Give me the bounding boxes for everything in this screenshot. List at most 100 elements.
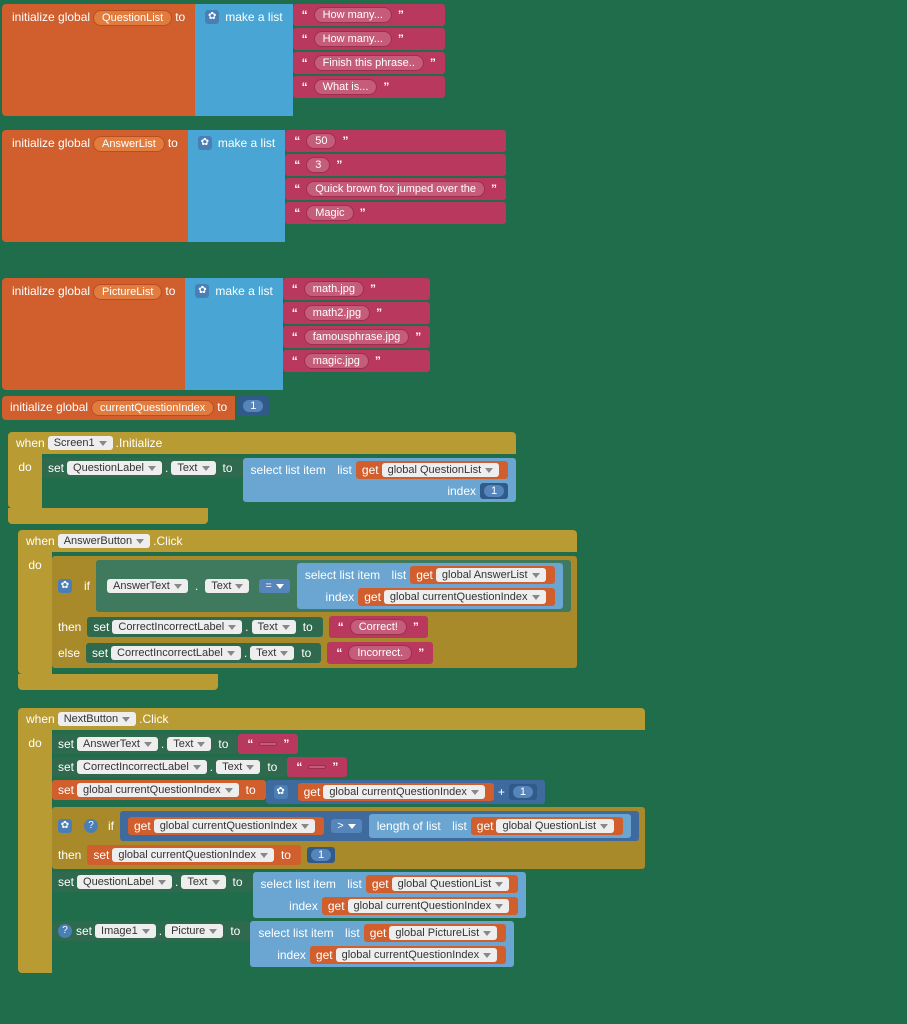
var-dropdown[interactable]: global QuestionList bbox=[382, 463, 500, 477]
operator-dropdown[interactable]: = bbox=[259, 579, 289, 593]
string-item[interactable]: “How many...” bbox=[293, 28, 445, 50]
component-dropdown[interactable]: AnswerText bbox=[77, 737, 158, 751]
component-dropdown[interactable]: QuestionLabel bbox=[67, 461, 162, 475]
select-list-item[interactable]: select list item list getglobal Question… bbox=[253, 872, 527, 918]
string-item[interactable]: “What is...” bbox=[293, 76, 445, 98]
number-block[interactable]: 1 bbox=[237, 396, 269, 416]
init-picturelist[interactable]: initialize global PictureList to ✿ make … bbox=[2, 278, 905, 390]
chevron-down-icon bbox=[148, 466, 156, 471]
var-dropdown[interactable]: global currentQuestionIndex bbox=[336, 948, 498, 962]
string-item[interactable]: “magic.jpg” bbox=[283, 350, 430, 372]
get-block[interactable]: getglobal currentQuestionIndex bbox=[128, 817, 324, 835]
number-block[interactable]: 1 bbox=[480, 483, 508, 499]
init-answerlist[interactable]: initialize global AnswerList to ✿ make a… bbox=[2, 130, 905, 242]
gear-icon[interactable]: ✿ bbox=[198, 136, 212, 150]
help-icon[interactable]: ? bbox=[58, 924, 72, 938]
component-dropdown[interactable]: CorrectIncorrectLabel bbox=[77, 760, 207, 774]
init-questionlist[interactable]: initialize global QuestionList to ✿ make… bbox=[2, 4, 905, 116]
gear-icon[interactable]: ✿ bbox=[195, 284, 209, 298]
property-dropdown[interactable]: Text bbox=[216, 760, 260, 774]
set-questionlabel-text[interactable]: set QuestionLabel . Text to select list … bbox=[52, 872, 645, 918]
kw-to: to bbox=[303, 620, 313, 634]
string-item[interactable]: “Quick brown fox jumped over the” bbox=[285, 178, 506, 200]
number-block[interactable]: 1 bbox=[307, 847, 335, 863]
string-item[interactable]: “Correct!” bbox=[329, 616, 428, 638]
get-block[interactable]: getglobal currentQuestionIndex bbox=[358, 588, 554, 606]
get-block[interactable]: getglobal currentQuestionIndex bbox=[310, 946, 506, 964]
component-dropdown[interactable]: Screen1 bbox=[48, 436, 113, 450]
gear-icon[interactable]: ✿ bbox=[58, 819, 72, 833]
help-icon[interactable]: ? bbox=[84, 819, 98, 833]
get-block[interactable]: getglobal QuestionList bbox=[471, 817, 623, 835]
property-dropdown[interactable]: Text bbox=[252, 620, 296, 634]
get-block[interactable]: getglobal QuestionList bbox=[366, 875, 518, 893]
set-correctlabel[interactable]: set CorrectIncorrectLabel . Text to bbox=[86, 643, 321, 663]
component-dropdown[interactable]: CorrectIncorrectLabel bbox=[111, 646, 241, 660]
property-dropdown[interactable]: Text bbox=[171, 461, 215, 475]
string-item[interactable]: “3” bbox=[285, 154, 506, 176]
get-block[interactable]: getglobal currentQuestionIndex bbox=[322, 897, 518, 915]
compare-block[interactable]: getglobal currentQuestionIndex > length … bbox=[120, 811, 639, 841]
set-questionlabel-text[interactable]: set QuestionLabel . Text to select list … bbox=[42, 458, 516, 502]
select-list-item[interactable]: select list item list getglobal Question… bbox=[243, 458, 517, 502]
string-item[interactable]: “Incorrect.” bbox=[327, 642, 433, 664]
string-item[interactable]: “famousphrase.jpg” bbox=[283, 326, 430, 348]
component-dropdown[interactable]: AnswerButton bbox=[58, 534, 150, 548]
get-block[interactable]: getglobal QuestionList bbox=[356, 461, 508, 479]
component-dropdown[interactable]: CorrectIncorrectLabel bbox=[112, 620, 242, 634]
string-item[interactable]: “ ” bbox=[287, 757, 347, 777]
string-item[interactable]: “Magic” bbox=[285, 202, 506, 224]
var-dropdown[interactable]: global QuestionList bbox=[496, 819, 614, 833]
var-dropdown[interactable]: global currentQuestionIndex bbox=[77, 783, 239, 797]
string-item[interactable]: “ ” bbox=[238, 734, 298, 754]
set-correctlabel[interactable]: set CorrectIncorrectLabel . Text to “ ” bbox=[52, 757, 645, 777]
var-dropdown[interactable]: global currentQuestionIndex bbox=[323, 785, 485, 799]
string-item[interactable]: “How many...” bbox=[293, 4, 445, 26]
get-block[interactable]: getglobal currentQuestionIndex bbox=[298, 783, 494, 801]
var-dropdown[interactable]: global PictureList bbox=[389, 926, 497, 940]
var-dropdown[interactable]: global QuestionList bbox=[392, 877, 510, 891]
event-screen1-initialize[interactable]: when Screen1 .Initialize do set Question… bbox=[8, 432, 516, 524]
get-block[interactable]: getglobal PictureList bbox=[364, 924, 506, 942]
string-item[interactable]: “math.jpg” bbox=[283, 278, 430, 300]
if-block[interactable]: ✿ ? if getglobal currentQuestionIndex > … bbox=[52, 807, 645, 869]
math-add-block[interactable]: ✿ getglobal currentQuestionIndex + 1 bbox=[266, 780, 545, 804]
kw-set: set bbox=[58, 783, 74, 797]
var-dropdown[interactable]: global currentQuestionIndex bbox=[154, 819, 316, 833]
gear-icon[interactable]: ✿ bbox=[58, 579, 72, 593]
string-item[interactable]: “Finish this phrase..” bbox=[293, 52, 445, 74]
length-of-list[interactable]: length of list list getglobal QuestionLi… bbox=[369, 814, 631, 838]
set-answertext[interactable]: set AnswerText . Text to “ ” bbox=[52, 734, 645, 754]
property-dropdown[interactable]: Text bbox=[167, 737, 211, 751]
operator-dropdown[interactable]: > bbox=[331, 819, 361, 833]
compare-block[interactable]: AnswerText . Text = select list item lis… bbox=[96, 560, 571, 612]
set-global-cqi[interactable]: set global currentQuestionIndex to bbox=[87, 845, 301, 865]
component-dropdown[interactable]: QuestionLabel bbox=[77, 875, 172, 889]
string-item[interactable]: “math2.jpg” bbox=[283, 302, 430, 324]
property-dropdown[interactable]: Text bbox=[205, 579, 249, 593]
component-dropdown[interactable]: Image1 bbox=[95, 924, 156, 938]
gear-icon[interactable]: ✿ bbox=[274, 785, 288, 799]
component-dropdown[interactable]: NextButton bbox=[58, 712, 136, 726]
select-list-item[interactable]: select list item list getglobal AnswerLi… bbox=[297, 563, 563, 609]
event-nextbutton-click[interactable]: when NextButton .Click do set AnswerText… bbox=[18, 708, 645, 973]
event-answerbutton-click[interactable]: when AnswerButton .Click do ✿ if AnswerT… bbox=[18, 530, 577, 690]
var-dropdown[interactable]: global currentQuestionIndex bbox=[384, 590, 546, 604]
var-dropdown[interactable]: global currentQuestionIndex bbox=[112, 848, 274, 862]
get-block[interactable]: getglobal AnswerList bbox=[410, 566, 554, 584]
number-block[interactable]: 1 bbox=[509, 784, 537, 800]
property-dropdown[interactable]: Text bbox=[181, 875, 225, 889]
component-dropdown[interactable]: AnswerText bbox=[107, 579, 188, 593]
property-dropdown[interactable]: Text bbox=[250, 646, 294, 660]
select-list-item[interactable]: select list item list getglobal PictureL… bbox=[250, 921, 514, 967]
property-dropdown[interactable]: Picture bbox=[165, 924, 223, 938]
var-dropdown[interactable]: global AnswerList bbox=[436, 568, 546, 582]
set-correctlabel[interactable]: set CorrectIncorrectLabel . Text to bbox=[87, 617, 322, 637]
set-image1-picture[interactable]: ? set Image1 . Picture to select list it… bbox=[52, 921, 645, 967]
set-global-cqi[interactable]: set global currentQuestionIndex to ✿ get… bbox=[52, 780, 645, 804]
var-dropdown[interactable]: global currentQuestionIndex bbox=[348, 899, 510, 913]
gear-icon[interactable]: ✿ bbox=[205, 10, 219, 24]
if-block[interactable]: ✿ if AnswerText . Text = select list ite… bbox=[52, 556, 577, 668]
string-item[interactable]: “50” bbox=[285, 130, 506, 152]
init-currentquestionindex[interactable]: initialize global currentQuestionIndex t… bbox=[2, 396, 905, 420]
